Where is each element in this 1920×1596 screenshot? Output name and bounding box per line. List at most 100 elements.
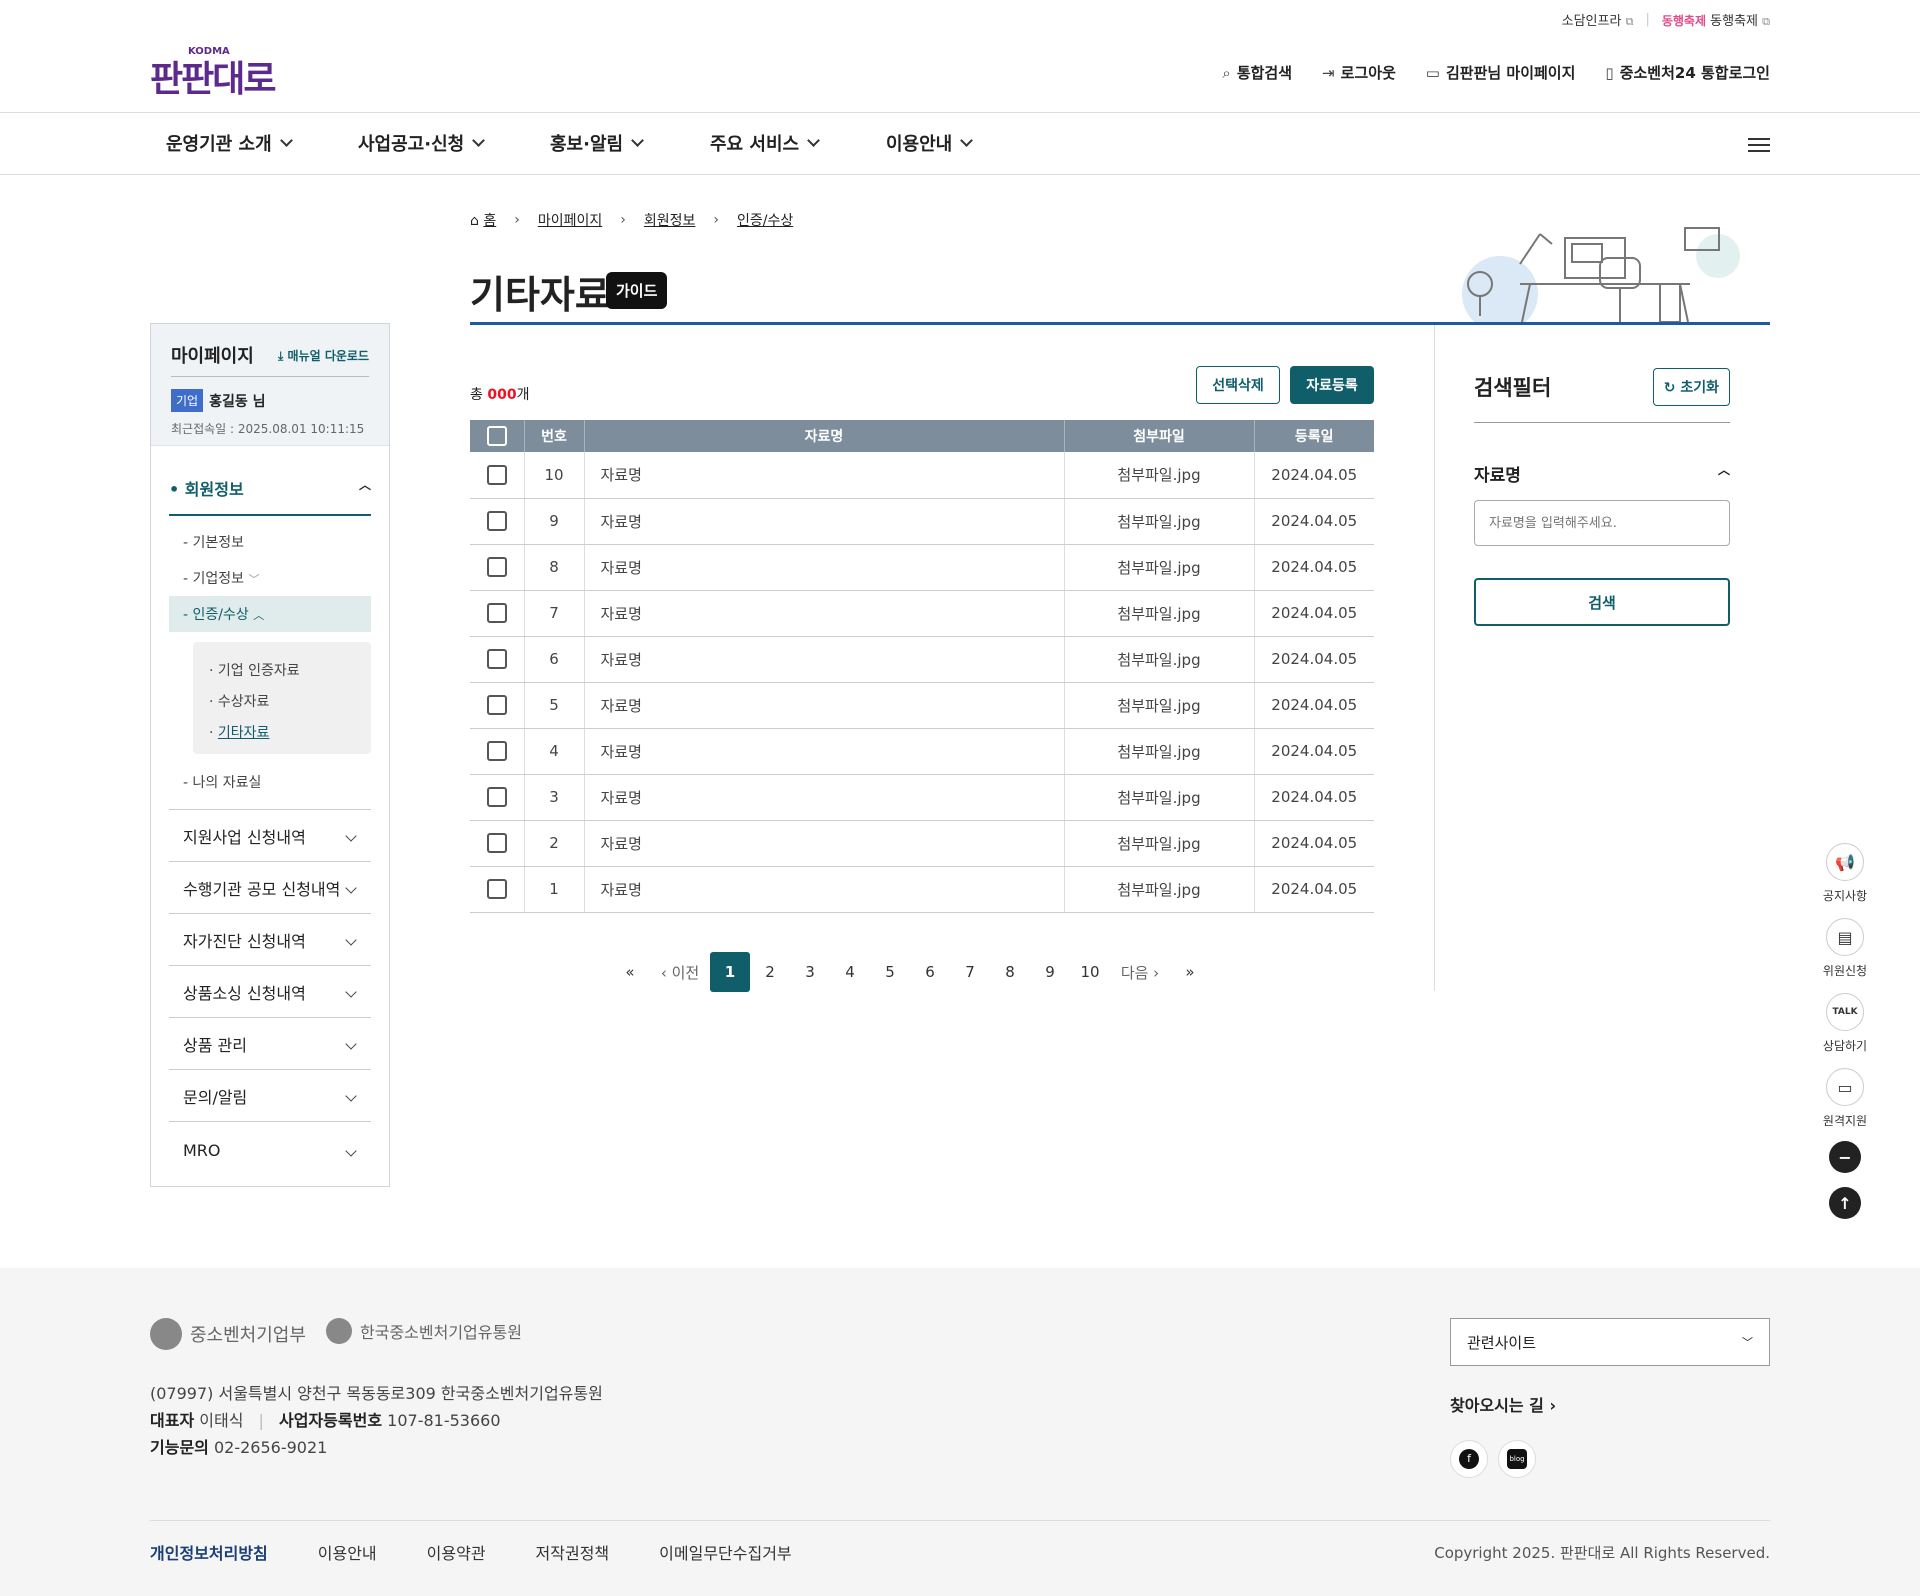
sidebar-sub-cert[interactable]: - 인증/수상 ︿: [169, 596, 371, 632]
row-file[interactable]: 첨부파일.jpg: [1064, 498, 1255, 545]
sidebar-item-contest[interactable]: 수행기관 공모 신청내역: [169, 861, 371, 913]
row-name[interactable]: 자료명: [584, 544, 1065, 591]
related-sites-select[interactable]: 관련사이트 ﹀: [1450, 1318, 1770, 1366]
scroll-top-button[interactable]: ↑: [1829, 1187, 1861, 1219]
row-name[interactable]: 자료명: [584, 452, 1065, 499]
row-checkbox[interactable]: [470, 866, 525, 913]
row-name[interactable]: 자료명: [584, 774, 1065, 821]
next-page-button[interactable]: 다음 ›: [1110, 952, 1170, 992]
row-checkbox[interactable]: [470, 498, 525, 545]
row-name[interactable]: 자료명: [584, 498, 1065, 545]
sidebar-sub-mydata[interactable]: - 나의 자료실: [183, 772, 261, 792]
row-file[interactable]: 첨부파일.jpg: [1064, 682, 1255, 729]
row-file[interactable]: 첨부파일.jpg: [1064, 590, 1255, 637]
copyright-policy-link[interactable]: 저작권정책: [536, 1540, 610, 1564]
row-file[interactable]: 첨부파일.jpg: [1064, 820, 1255, 867]
gnb-item-guide[interactable]: 이용안내: [886, 130, 974, 156]
hamburger-menu-icon[interactable]: [1748, 134, 1770, 156]
first-page-button[interactable]: «: [610, 952, 650, 992]
page-4-button[interactable]: 4: [830, 952, 870, 992]
row-name[interactable]: 자료명: [584, 728, 1065, 775]
page-7-button[interactable]: 7: [950, 952, 990, 992]
manual-download-link[interactable]: ⤓ 매뉴얼 다운로드: [278, 347, 369, 364]
integrated-search-link[interactable]: ⌕ 통합검색: [1222, 62, 1292, 83]
row-checkbox[interactable]: [470, 452, 525, 499]
sidebar-sub-basic[interactable]: - 기본정보: [183, 532, 244, 552]
prev-page-button[interactable]: ‹ 이전: [650, 952, 710, 992]
privacy-policy-link[interactable]: 개인정보처리방침: [150, 1540, 268, 1564]
page-8-button[interactable]: 8: [990, 952, 1030, 992]
row-checkbox[interactable]: [470, 682, 525, 729]
float-notice[interactable]: 📢 공지사항: [1818, 843, 1872, 904]
row-checkbox[interactable]: [470, 820, 525, 867]
row-file[interactable]: 첨부파일.jpg: [1064, 774, 1255, 821]
facebook-icon[interactable]: f: [1450, 1440, 1488, 1478]
sidebar-sub-company[interactable]: - 기업정보 ﹀: [183, 568, 259, 588]
gnb-item-pr[interactable]: 홍보·알림: [550, 130, 710, 156]
page-5-button[interactable]: 5: [870, 952, 910, 992]
register-button[interactable]: 자료등록: [1290, 366, 1374, 404]
name-search-input[interactable]: [1474, 500, 1730, 546]
row-file[interactable]: 첨부파일.jpg: [1064, 544, 1255, 591]
page-9-button[interactable]: 9: [1030, 952, 1070, 992]
row-checkbox[interactable]: [470, 728, 525, 775]
select-all-checkbox[interactable]: [470, 420, 525, 452]
breadcrumb-mypage[interactable]: 마이페이지: [538, 210, 602, 230]
guide-button[interactable]: 가이드: [606, 272, 668, 309]
row-name[interactable]: 자료명: [584, 590, 1065, 637]
float-consult[interactable]: TALK 상담하기: [1818, 993, 1872, 1054]
last-page-button[interactable]: »: [1170, 952, 1210, 992]
row-name[interactable]: 자료명: [584, 636, 1065, 683]
breadcrumb-home[interactable]: ⌂ 홈: [470, 210, 496, 230]
row-checkbox[interactable]: [470, 590, 525, 637]
collapse-button[interactable]: −: [1829, 1141, 1861, 1173]
row-name[interactable]: 자료명: [584, 682, 1065, 729]
sidebar-item-sourcing[interactable]: 상품소싱 신청내역: [169, 965, 371, 1017]
sidebar-item-products[interactable]: 상품 관리: [169, 1017, 371, 1069]
row-checkbox[interactable]: [470, 774, 525, 821]
gnb-item-about[interactable]: 운영기관 소개: [166, 130, 358, 156]
sodam-link[interactable]: 소담인프라 ⧉: [1562, 10, 1634, 29]
reset-button[interactable]: ↻ 초기화: [1652, 368, 1730, 406]
search-button[interactable]: 검색: [1474, 578, 1730, 626]
sidebar-item-member-info[interactable]: • 회원정보 ︿: [169, 464, 371, 516]
float-remote[interactable]: ▭ 원격지원: [1818, 1068, 1872, 1129]
page-10-button[interactable]: 10: [1070, 952, 1110, 992]
sidebar-subsub-company-cert[interactable]: · 기업 인증자료: [209, 656, 355, 687]
gnb-item-business[interactable]: 사업공고·신청: [358, 130, 550, 156]
page-2-button[interactable]: 2: [750, 952, 790, 992]
sidebar-item-mro[interactable]: MRO: [169, 1121, 371, 1179]
row-file[interactable]: 첨부파일.jpg: [1064, 636, 1255, 683]
chevron-up-icon[interactable]: ︿: [1718, 461, 1730, 486]
row-checkbox[interactable]: [470, 636, 525, 683]
directions-link[interactable]: 찾아오시는 길 ›: [1450, 1392, 1556, 1416]
page-6-button[interactable]: 6: [910, 952, 950, 992]
logout-link[interactable]: ⇥ 로그아웃: [1322, 62, 1396, 83]
sidebar-item-selfcheck[interactable]: 자가진단 신청내역: [169, 913, 371, 965]
sidebar-subsub-other[interactable]: · 기타자료: [209, 718, 355, 749]
usage-guide-link[interactable]: 이용안내: [318, 1540, 377, 1564]
row-file[interactable]: 첨부파일.jpg: [1064, 728, 1255, 775]
sidebar-subsub-awards[interactable]: · 수상자료: [209, 687, 355, 718]
row-file[interactable]: 첨부파일.jpg: [1064, 452, 1255, 499]
row-file[interactable]: 첨부파일.jpg: [1064, 866, 1255, 913]
mypage-link[interactable]: ▭ 김판판님 마이페이지: [1426, 62, 1576, 83]
gnb-item-services[interactable]: 주요 서비스: [710, 130, 886, 156]
sidebar-item-inquiry[interactable]: 문의/알림: [169, 1069, 371, 1121]
blog-icon[interactable]: blog: [1498, 1440, 1536, 1478]
email-policy-link[interactable]: 이메일무단수집거부: [659, 1540, 791, 1564]
row-checkbox[interactable]: [470, 544, 525, 591]
delete-selected-button[interactable]: 선택삭제: [1196, 366, 1280, 404]
breadcrumb-cert[interactable]: 인증/수상: [737, 210, 793, 230]
donghaeng-link[interactable]: 동행축제 동행축제 ⧉: [1662, 10, 1770, 29]
float-apply[interactable]: ▤ 위원신청: [1818, 918, 1872, 979]
integrated-login-link[interactable]: ▯ 중소벤처24 통합로그인: [1605, 62, 1770, 83]
site-logo[interactable]: KODMA 판판대로: [150, 46, 276, 102]
page-3-button[interactable]: 3: [790, 952, 830, 992]
row-name[interactable]: 자료명: [584, 866, 1065, 913]
terms-link[interactable]: 이용약관: [427, 1540, 486, 1564]
sidebar-item-support[interactable]: 지원사업 신청내역: [169, 809, 371, 861]
row-name[interactable]: 자료명: [584, 820, 1065, 867]
breadcrumb-member[interactable]: 회원정보: [644, 210, 696, 230]
page-1-button[interactable]: 1: [710, 952, 750, 992]
